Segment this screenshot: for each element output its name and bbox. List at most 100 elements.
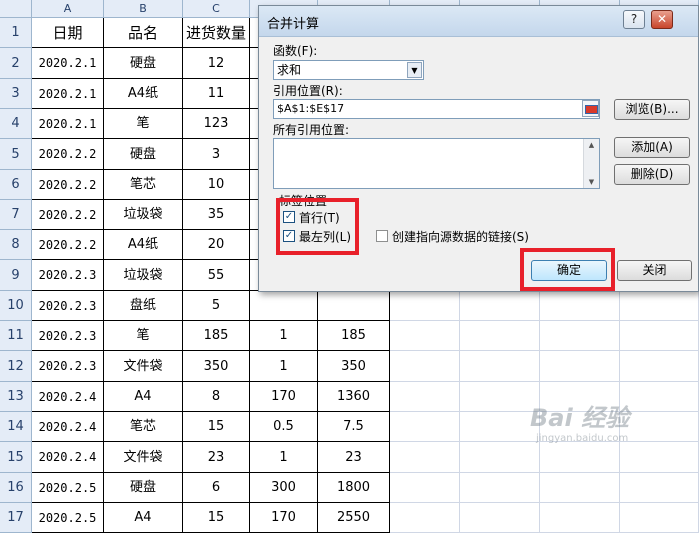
table-cell[interactable]: 2020.2.3	[32, 351, 104, 382]
table-cell[interactable]: 1	[250, 351, 318, 382]
table-cell[interactable]: 笔芯	[104, 412, 183, 442]
row-header[interactable]: 7	[0, 200, 32, 230]
table-cell[interactable]: 23	[318, 442, 390, 473]
select-all-corner[interactable]	[0, 0, 32, 18]
table-cell[interactable]	[390, 382, 460, 412]
table-cell[interactable]: 2020.2.2	[32, 200, 104, 230]
row-header[interactable]: 14	[0, 412, 32, 442]
table-cell[interactable]: 2020.2.4	[32, 412, 104, 442]
table-cell[interactable]: 15	[183, 412, 250, 442]
table-cell[interactable]: 2020.2.1	[32, 109, 104, 139]
table-cell[interactable]: 2020.2.4	[32, 382, 104, 412]
row-header[interactable]: 1	[0, 18, 32, 48]
table-cell[interactable]: 2020.2.1	[32, 48, 104, 79]
table-cell[interactable]: 垃圾袋	[104, 260, 183, 291]
table-cell[interactable]	[460, 291, 540, 321]
column-header[interactable]: C	[183, 0, 250, 18]
row-header[interactable]: 2	[0, 48, 32, 79]
table-cell[interactable]	[620, 321, 699, 351]
table-cell[interactable]: 15	[183, 503, 250, 533]
table-cell[interactable]: 10	[183, 170, 250, 200]
table-cell[interactable]: 2020.2.1	[32, 79, 104, 109]
table-cell[interactable]: 55	[183, 260, 250, 291]
table-cell[interactable]	[540, 351, 620, 382]
table-cell[interactable]	[620, 442, 699, 473]
row-header[interactable]: 8	[0, 230, 32, 260]
table-cell[interactable]: 3	[183, 139, 250, 170]
table-cell[interactable]: 12	[183, 48, 250, 79]
table-cell[interactable]: 硬盘	[104, 473, 183, 503]
row-header[interactable]: 9	[0, 260, 32, 291]
table-cell[interactable]: 35	[183, 200, 250, 230]
table-cell[interactable]	[460, 412, 540, 442]
close-button[interactable]: 关闭	[617, 260, 692, 281]
row-header[interactable]: 10	[0, 291, 32, 321]
row-header[interactable]: 11	[0, 321, 32, 351]
table-cell[interactable]	[460, 473, 540, 503]
table-cell[interactable]: 2020.2.2	[32, 170, 104, 200]
table-cell[interactable]	[460, 382, 540, 412]
table-cell[interactable]	[390, 473, 460, 503]
chevron-down-icon[interactable]: ▼	[407, 62, 422, 78]
table-cell[interactable]: A4纸	[104, 230, 183, 260]
table-cell[interactable]: 350	[183, 351, 250, 382]
table-cell[interactable]: 2020.2.3	[32, 321, 104, 351]
table-cell[interactable]: 垃圾袋	[104, 200, 183, 230]
left-column-label[interactable]: 最左列(L)	[299, 228, 351, 245]
table-cell[interactable]	[390, 351, 460, 382]
delete-button[interactable]: 删除(D)	[614, 164, 690, 185]
table-cell[interactable]: 170	[250, 382, 318, 412]
all-references-list[interactable]: ▲ ▼	[273, 138, 600, 189]
table-cell[interactable]	[620, 382, 699, 412]
table-cell[interactable]: A4	[104, 503, 183, 533]
table-cell[interactable]: 硬盘	[104, 48, 183, 79]
table-cell[interactable]	[390, 321, 460, 351]
function-select[interactable]: 求和 ▼	[273, 60, 424, 80]
table-cell[interactable]: 350	[318, 351, 390, 382]
row-header[interactable]: 6	[0, 170, 32, 200]
table-cell[interactable]: 2020.2.4	[32, 442, 104, 473]
header-cell[interactable]: 进货数量	[183, 18, 250, 48]
references-scrollbar[interactable]: ▲ ▼	[583, 139, 599, 188]
table-cell[interactable]: 23	[183, 442, 250, 473]
top-row-label[interactable]: 首行(T)	[299, 209, 340, 226]
table-cell[interactable]	[540, 291, 620, 321]
table-cell[interactable]: A4纸	[104, 79, 183, 109]
table-cell[interactable]	[460, 503, 540, 533]
add-button[interactable]: 添加(A)	[614, 137, 690, 158]
table-cell[interactable]: 笔	[104, 321, 183, 351]
table-cell[interactable]	[620, 503, 699, 533]
table-cell[interactable]: 123	[183, 109, 250, 139]
table-cell[interactable]: 20	[183, 230, 250, 260]
table-cell[interactable]	[540, 473, 620, 503]
left-column-checkbox[interactable]: ✓	[283, 230, 295, 242]
table-cell[interactable]: 硬盘	[104, 139, 183, 170]
row-header[interactable]: 3	[0, 79, 32, 109]
dialog-titlebar[interactable]: 合并计算 ? ✕	[259, 6, 698, 37]
table-cell[interactable]: 170	[250, 503, 318, 533]
scroll-up-icon[interactable]: ▲	[584, 139, 599, 151]
table-cell[interactable]	[318, 291, 390, 321]
row-header[interactable]: 12	[0, 351, 32, 382]
ok-button[interactable]: 确定	[531, 260, 607, 281]
reference-input[interactable]: $A$1:$E$17	[273, 99, 600, 119]
table-cell[interactable]: 6	[183, 473, 250, 503]
table-cell[interactable]	[620, 291, 699, 321]
row-header[interactable]: 5	[0, 139, 32, 170]
table-cell[interactable]: 300	[250, 473, 318, 503]
table-cell[interactable]: 2020.2.5	[32, 473, 104, 503]
table-cell[interactable]: 185	[183, 321, 250, 351]
table-cell[interactable]: 185	[318, 321, 390, 351]
table-cell[interactable]: 2550	[318, 503, 390, 533]
table-cell[interactable]: 2020.2.3	[32, 260, 104, 291]
close-icon[interactable]: ✕	[651, 10, 673, 29]
table-cell[interactable]: 盘纸	[104, 291, 183, 321]
row-header[interactable]: 16	[0, 473, 32, 503]
table-cell[interactable]	[620, 412, 699, 442]
table-cell[interactable]	[620, 351, 699, 382]
column-header[interactable]: A	[32, 0, 104, 18]
browse-button[interactable]: 浏览(B)...	[614, 99, 690, 120]
table-cell[interactable]	[620, 473, 699, 503]
table-cell[interactable]: 11	[183, 79, 250, 109]
table-cell[interactable]	[540, 321, 620, 351]
